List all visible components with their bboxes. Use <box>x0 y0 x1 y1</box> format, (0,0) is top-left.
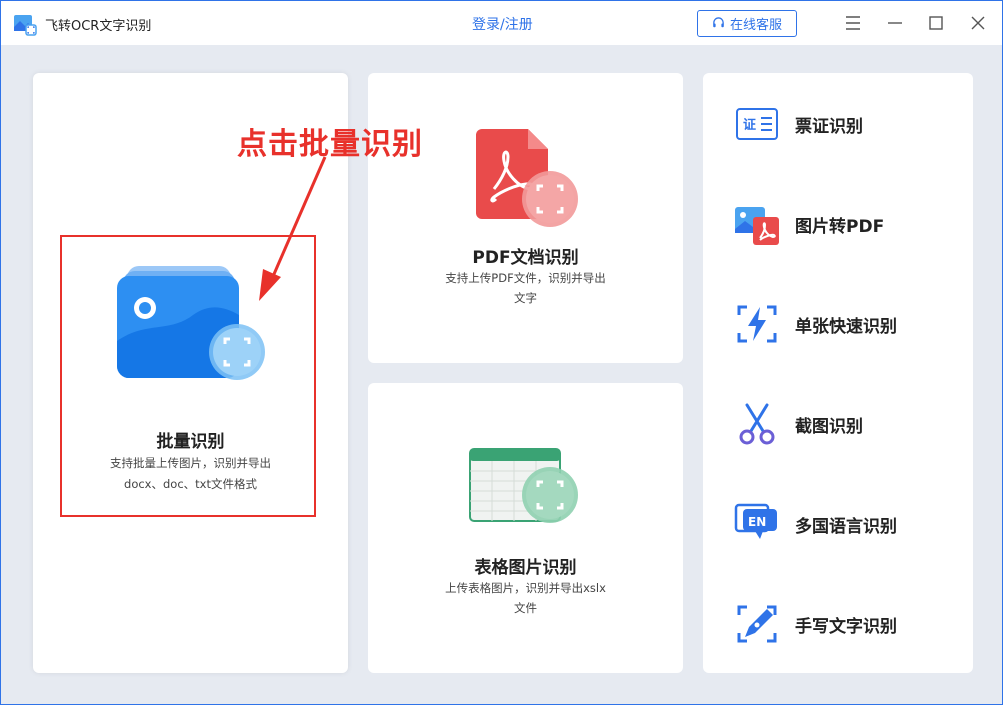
pdf-desc-line1: 支持上传PDF文件，识别并导出 <box>445 271 606 285</box>
pdf-recognition-card[interactable]: PDF文档识别 支持上传PDF文件，识别并导出 文字 <box>368 73 683 363</box>
tool-image-to-pdf[interactable]: 图片转PDF <box>733 199 953 249</box>
certificate-icon: 证 <box>736 108 778 140</box>
annotation-arrow-icon <box>259 156 327 301</box>
table-title: 表格图片识别 <box>474 558 577 578</box>
tool-label: 票证识别 <box>795 116 863 137</box>
online-support-label: 在线客服 <box>729 18 782 33</box>
tool-label: 手写文字识别 <box>795 616 897 637</box>
app-logo-icon <box>14 15 37 36</box>
language-icon: EN <box>734 503 777 539</box>
table-desc-line1: 上传表格图片，识别并导出xslx <box>445 581 606 595</box>
online-support-button[interactable]: 在线客服 <box>697 10 797 37</box>
spreadsheet-icon <box>469 448 578 523</box>
table-desc-line2: 文件 <box>514 601 537 615</box>
tool-quick-single[interactable]: 单张快速识别 <box>733 299 953 349</box>
tool-label: 图片转PDF <box>795 216 885 237</box>
tools-panel: 证 票证识别 图片转PDF 单张快速识别 截图识别 EN 多国语言识别 手写文字… <box>703 73 973 673</box>
login-register-link[interactable]: 登录/注册 <box>472 14 533 34</box>
batch-title: 批量识别 <box>156 432 225 452</box>
svg-text:证: 证 <box>743 118 756 133</box>
minimize-icon <box>888 22 902 24</box>
maximize-icon <box>929 16 943 30</box>
menu-icon <box>846 16 860 30</box>
tool-label: 截图识别 <box>795 416 863 437</box>
batch-desc-line2: docx、doc、txt文件格式 <box>124 477 257 491</box>
menu-button[interactable] <box>843 13 863 33</box>
close-icon <box>971 16 985 30</box>
tool-label: 多国语言识别 <box>795 516 897 537</box>
pen-nib-icon <box>737 605 777 643</box>
tool-screenshot[interactable]: 截图识别 <box>733 399 953 449</box>
minimize-button[interactable] <box>885 13 905 33</box>
scissors-icon <box>739 403 775 445</box>
tool-handwriting[interactable]: 手写文字识别 <box>733 599 953 649</box>
pdf-title: PDF文档识别 <box>472 248 579 268</box>
batch-desc-line1: 支持批量上传图片，识别并导出 <box>110 456 271 470</box>
image-to-pdf-icon <box>735 207 779 245</box>
svg-text:EN: EN <box>748 515 766 529</box>
batch-images-icon <box>117 266 265 380</box>
close-button[interactable] <box>968 13 988 33</box>
table-recognition-card[interactable]: 表格图片识别 上传表格图片，识别并导出xslx 文件 <box>368 383 683 673</box>
title-bar: 飞转OCR文字识别 登录/注册 在线客服 <box>1 1 1002 45</box>
tool-ticket-recognition[interactable]: 证 票证识别 <box>733 99 953 149</box>
pdf-file-icon <box>476 129 578 227</box>
pdf-desc-line2: 文字 <box>514 291 537 305</box>
tool-multilanguage[interactable]: EN 多国语言识别 <box>733 499 953 549</box>
lightning-scan-icon <box>737 305 777 343</box>
maximize-button[interactable] <box>926 13 946 33</box>
app-title: 飞转OCR文字识别 <box>45 19 152 34</box>
tool-label: 单张快速识别 <box>795 316 897 337</box>
headset-icon <box>713 17 724 28</box>
